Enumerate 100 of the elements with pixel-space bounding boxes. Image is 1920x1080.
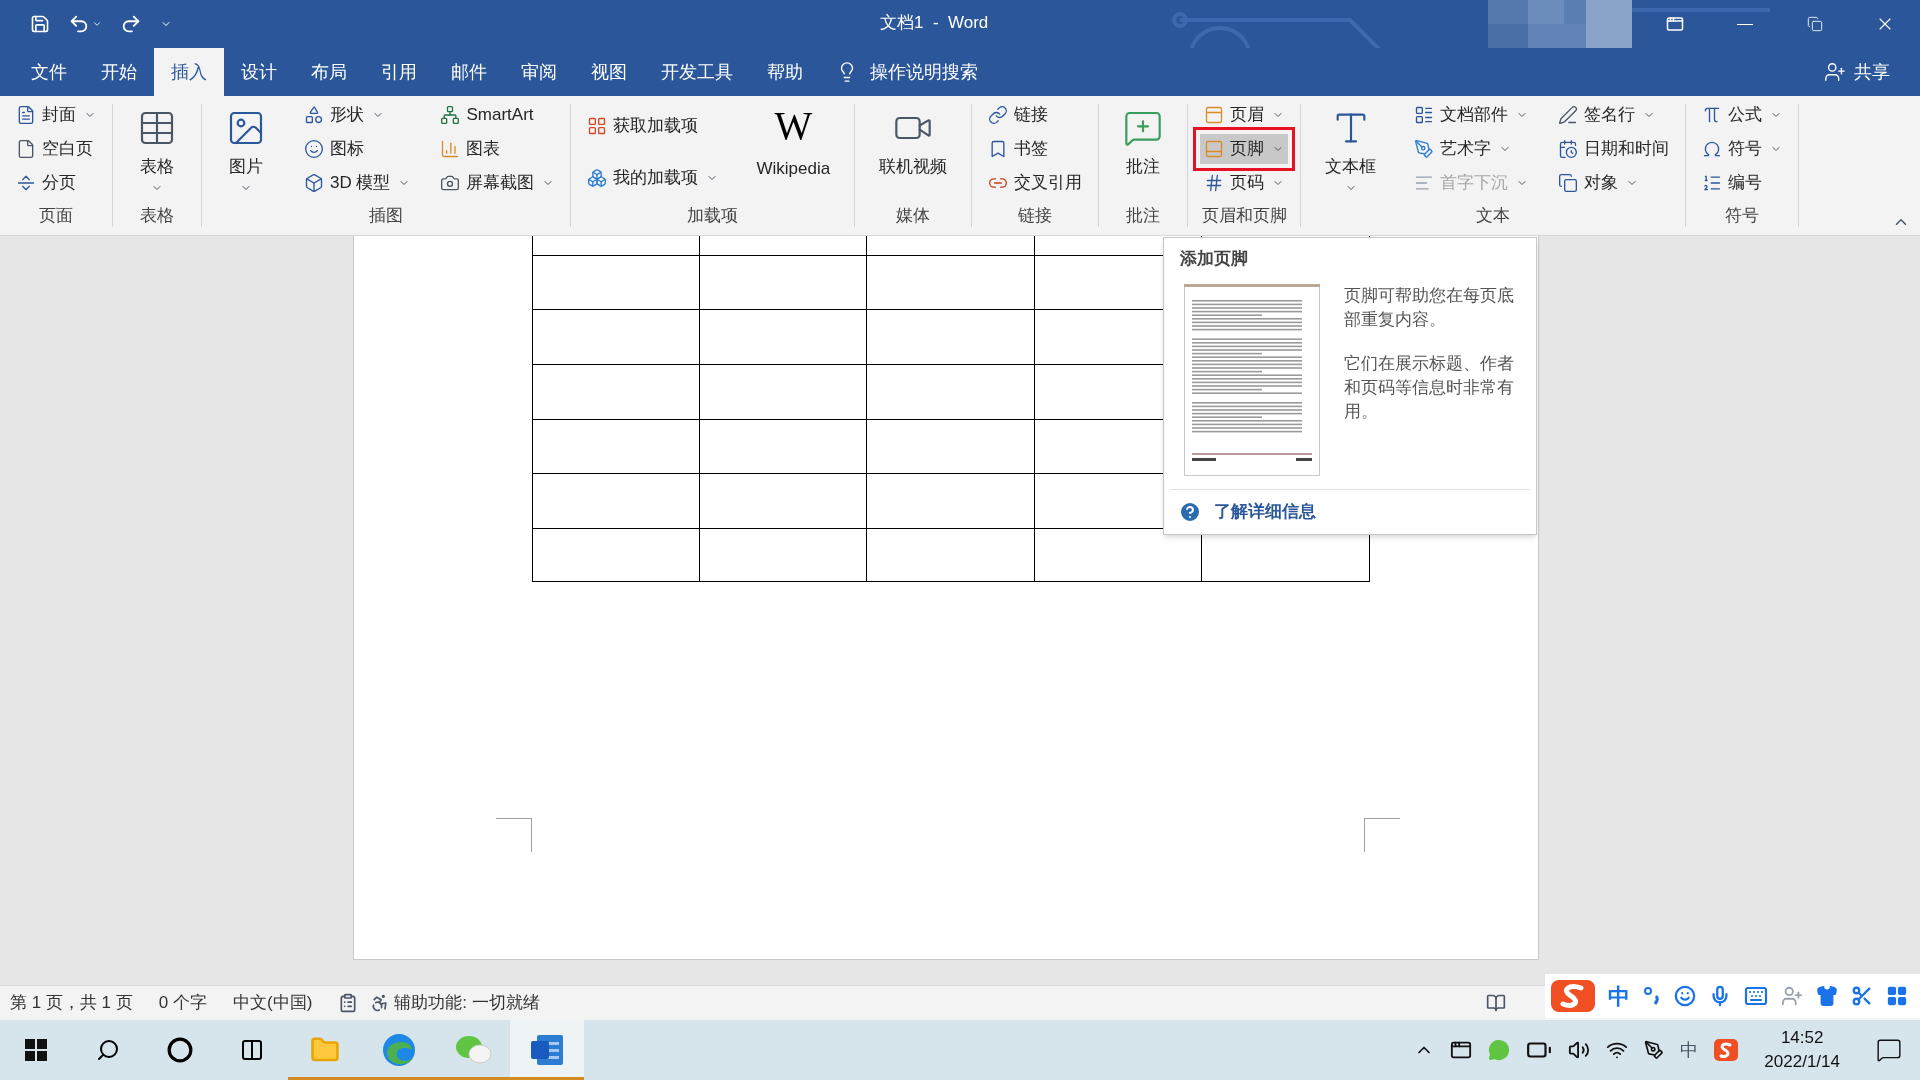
ime-logo-icon[interactable] — [1551, 978, 1595, 1014]
signature-line-icon — [1558, 105, 1579, 125]
minimize-icon — [1737, 23, 1753, 25]
grid-icon[interactable] — [1886, 985, 1908, 1007]
ribbon-tab[interactable]: 文件 — [14, 48, 84, 96]
share-button[interactable]: 共享 — [1824, 48, 1890, 96]
microphone-icon[interactable] — [1709, 985, 1731, 1007]
ribbon-button[interactable]: 公式 — [1698, 100, 1787, 130]
cube-icon — [304, 173, 324, 193]
ribbon-button[interactable]: 联机视频 — [867, 100, 960, 202]
group-label: 页面 — [39, 205, 73, 227]
ribbon-tab[interactable]: 邮件 — [434, 48, 504, 96]
proofing-icon[interactable] — [338, 993, 359, 1013]
numbering-icon — [1702, 173, 1723, 193]
add-in-grid-icon — [587, 116, 608, 136]
save-icon[interactable] — [30, 14, 50, 34]
scissors-icon[interactable] — [1851, 985, 1873, 1007]
accessibility-status[interactable]: 辅助功能: 一切就绪 — [394, 990, 540, 1016]
taskbar-app-button[interactable] — [510, 1020, 584, 1080]
ribbon-button[interactable]: 表格 — [125, 100, 189, 202]
learn-more-link[interactable]: 了解详细信息 — [1214, 499, 1316, 525]
tell-me-search[interactable]: 操作说明搜索 — [870, 58, 978, 86]
ribbon-button[interactable]: 图标 — [300, 134, 368, 164]
ribbon-tab[interactable]: 布局 — [294, 48, 364, 96]
keyboard-icon[interactable] — [1744, 984, 1768, 1008]
shirt-icon[interactable] — [1816, 985, 1838, 1007]
ime-logo-icon[interactable] — [1714, 1039, 1739, 1061]
ribbon-button[interactable]: 书签 — [984, 134, 1053, 164]
ribbon-tab[interactable]: 帮助 — [750, 48, 820, 96]
group-label: 批注 — [1126, 205, 1161, 227]
ribbon-button[interactable]: 链接 — [984, 100, 1053, 130]
ribbon-button[interactable]: 我的加载项 — [583, 163, 723, 193]
clock[interactable]: 14:52 2022/1/14 — [1764, 1026, 1840, 1074]
boxes-icon — [587, 168, 608, 188]
ribbon-button[interactable]: SmartArt — [436, 100, 538, 130]
group-label: 符号 — [1725, 205, 1760, 227]
group-label: 插图 — [369, 205, 404, 227]
margin-corner-mark — [1364, 818, 1400, 852]
ribbon-button[interactable]: 封面 — [12, 100, 100, 130]
ribbon-button[interactable]: 文档部件 — [1410, 100, 1533, 130]
ribbon-button[interactable]: 交叉引用 — [984, 168, 1087, 198]
ribbon-button[interactable]: 日期和时间 — [1554, 134, 1674, 164]
punctuation-icon[interactable] — [1643, 986, 1661, 1006]
wikipedia-logo: W — [774, 104, 813, 150]
ribbon-display-icon — [1666, 15, 1684, 33]
pen-icon[interactable] — [1644, 1040, 1665, 1060]
input-mode-toggle[interactable]: 中 — [1608, 979, 1630, 1013]
notifications-icon[interactable] — [1876, 1037, 1902, 1063]
ribbon-tab[interactable]: 设计 — [224, 48, 294, 96]
help-icon — [1178, 500, 1202, 524]
shapes-icon — [304, 105, 324, 125]
ribbon-button[interactable]: 签名行 — [1554, 100, 1660, 130]
ribbon-tab[interactable]: 引用 — [364, 48, 434, 96]
ribbon-button[interactable]: 符号 — [1698, 134, 1787, 164]
cover-page-icon — [16, 105, 36, 125]
ribbon-button[interactable]: 文本框 — [1313, 100, 1389, 202]
volume-icon[interactable] — [1568, 1039, 1591, 1061]
emoji-icon[interactable] — [1674, 985, 1696, 1007]
window-title: 文档1 - Word — [880, 12, 989, 34]
ribbon-button[interactable]: 获取加载项 — [583, 111, 703, 141]
ribbon-button[interactable]: 屏幕截图 — [436, 168, 559, 198]
ribbon-tab[interactable]: 插入 — [154, 48, 224, 96]
input-language-indicator[interactable]: 中 — [1680, 1036, 1699, 1064]
ribbon-button[interactable]: 页眉 — [1200, 100, 1289, 130]
page-break-icon — [16, 173, 36, 193]
read-mode-icon[interactable] — [1486, 993, 1506, 1013]
ribbon-tab[interactable]: 开始 — [84, 48, 154, 96]
chart-icon — [440, 139, 461, 159]
ribbon-button[interactable]: 图表 — [436, 134, 505, 164]
ribbon-tab[interactable]: 开发工具 — [644, 48, 750, 96]
redo-icon[interactable] — [120, 13, 142, 35]
ribbon-button[interactable]: 批注 — [1111, 100, 1176, 202]
ribbon-tab[interactable]: 审阅 — [504, 48, 574, 96]
ribbon-button[interactable]: 形状 — [300, 100, 388, 130]
blank-page-icon — [16, 139, 36, 159]
ribbon-button[interactable]: 图片 — [214, 100, 278, 202]
header-icon — [1204, 105, 1225, 125]
quick-parts-icon — [1414, 105, 1435, 125]
ribbon-button[interactable]: 分页 — [12, 168, 80, 198]
person-icon[interactable] — [1781, 985, 1803, 1007]
ribbon-button[interactable]: 页码 — [1200, 168, 1289, 198]
wordart-icon — [1414, 139, 1435, 159]
ribbon-button[interactable]: 编号 — [1698, 168, 1767, 198]
sync-app-icon[interactable] — [1450, 1039, 1473, 1061]
circle-icon — [167, 1037, 193, 1063]
page-count[interactable]: 第 1 页，共 1 页 — [10, 990, 133, 1016]
ribbon-button[interactable]: 对象 — [1554, 168, 1643, 198]
camera-icon — [440, 173, 461, 193]
caret-icon[interactable] — [92, 19, 102, 29]
ribbon-button[interactable]: 空白页 — [12, 134, 97, 164]
word-count[interactable]: 0 个字 — [158, 990, 207, 1016]
tooltip-text: 它们在展示标题、作者和页码等信息时非常有用。 — [1344, 353, 1515, 423]
ribbon-button[interactable]: 艺术字 — [1410, 134, 1516, 164]
language-status[interactable]: 中文(中国) — [233, 990, 313, 1016]
undo-icon[interactable] — [68, 13, 90, 35]
ribbon-button[interactable]: 3D 模型 — [300, 168, 415, 198]
tooltip-text: 页脚可帮助您在每页底部重复内容。 — [1344, 285, 1515, 331]
ribbon-button[interactable]: W Wikipedia — [744, 100, 843, 202]
smartart-icon — [440, 105, 461, 125]
ribbon-tab[interactable]: 视图 — [574, 48, 644, 96]
